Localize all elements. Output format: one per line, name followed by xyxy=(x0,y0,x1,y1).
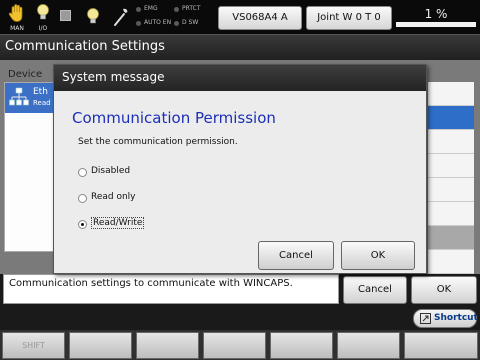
radio-label: Read only xyxy=(91,192,136,202)
prtct-lamp xyxy=(174,7,179,12)
dialog-heading: Communication Permission xyxy=(72,109,276,127)
list-row[interactable] xyxy=(428,202,474,226)
dialog-cancel-button[interactable]: Cancel xyxy=(258,241,334,270)
radio-label: Disabled xyxy=(91,166,131,176)
wrench-icon xyxy=(114,8,128,26)
cancel-button[interactable]: Cancel xyxy=(343,276,407,304)
radio-button[interactable] xyxy=(78,168,87,177)
fkey-shift[interactable]: SHIFT xyxy=(2,332,65,359)
device-permission: Read xyxy=(33,99,51,107)
hand-icon xyxy=(8,4,23,22)
emg-lamp xyxy=(136,7,141,12)
fkey-4[interactable] xyxy=(203,332,266,359)
status-message: Communication settings to communicate wi… xyxy=(3,274,339,304)
dialog-description: Set the communication permission. xyxy=(78,137,238,147)
dsw-lamp xyxy=(174,21,179,26)
page-title: Communication Settings xyxy=(5,39,165,54)
dialog-ok-button[interactable]: OK xyxy=(341,241,415,270)
light-bulb-icon xyxy=(37,4,49,20)
manual-mode-indicator[interactable]: MAN xyxy=(4,2,30,32)
io-indicator[interactable]: I/O xyxy=(30,2,56,32)
auto-en-lamp xyxy=(136,21,141,26)
prtct-label: PRTCT xyxy=(182,5,201,12)
radio-button-selected[interactable] xyxy=(78,220,87,229)
settings-list[interactable] xyxy=(428,82,474,274)
man-label: MAN xyxy=(10,25,24,32)
fkey-3[interactable] xyxy=(136,332,199,359)
network-icon xyxy=(9,87,29,106)
shortcut-icon xyxy=(420,313,431,324)
emg-label: EMG xyxy=(144,5,158,12)
list-row-selected[interactable] xyxy=(428,106,474,130)
dialog-title-bar: System message xyxy=(54,65,426,91)
radio-button[interactable] xyxy=(78,194,87,203)
list-row[interactable] xyxy=(428,178,474,202)
speed-bar xyxy=(396,22,476,27)
speed-indicator[interactable]: 1 % xyxy=(396,7,476,27)
io-label: I/O xyxy=(38,25,48,32)
auto-en-label: AUTO EN xyxy=(144,19,172,26)
fkey-6[interactable] xyxy=(337,332,400,359)
device-name: Eth xyxy=(33,87,48,97)
dialog-title: System message xyxy=(62,70,165,84)
robot-type-button[interactable]: VS068A4 A xyxy=(218,6,302,30)
stop-square-icon xyxy=(60,10,71,21)
list-row[interactable] xyxy=(428,226,474,250)
system-message-dialog: System message Communication Permission … xyxy=(53,64,427,274)
fkey-5[interactable] xyxy=(270,332,333,359)
list-row[interactable] xyxy=(428,82,474,106)
ok-button[interactable]: OK xyxy=(411,276,477,304)
light-bulb-icon xyxy=(87,8,99,24)
shortcut-button[interactable]: Shortcut xyxy=(413,309,478,328)
function-key-bar: SHIFT xyxy=(0,330,480,360)
device-list-item[interactable]: Eth Read xyxy=(5,83,55,113)
device-list[interactable]: Eth Read xyxy=(4,82,56,252)
shortcut-label: Shortcut xyxy=(434,313,478,323)
device-column-header: Device xyxy=(8,69,43,80)
window-title-bar: Communication Settings xyxy=(0,34,480,60)
joint-mode-button[interactable]: Joint W 0 T 0 xyxy=(306,6,392,30)
top-status-bar: MAN I/O EMG PRTCT AUTO EN D SW VS068A4 A… xyxy=(0,0,480,34)
list-row[interactable] xyxy=(428,250,474,274)
dsw-label: D SW xyxy=(182,19,199,26)
list-row[interactable] xyxy=(428,154,474,178)
fkey-7[interactable] xyxy=(404,332,478,359)
speed-percent: 1 % xyxy=(424,7,448,21)
radio-label: Read/Write xyxy=(91,217,145,229)
list-row[interactable] xyxy=(428,130,474,154)
fkey-2[interactable] xyxy=(69,332,132,359)
